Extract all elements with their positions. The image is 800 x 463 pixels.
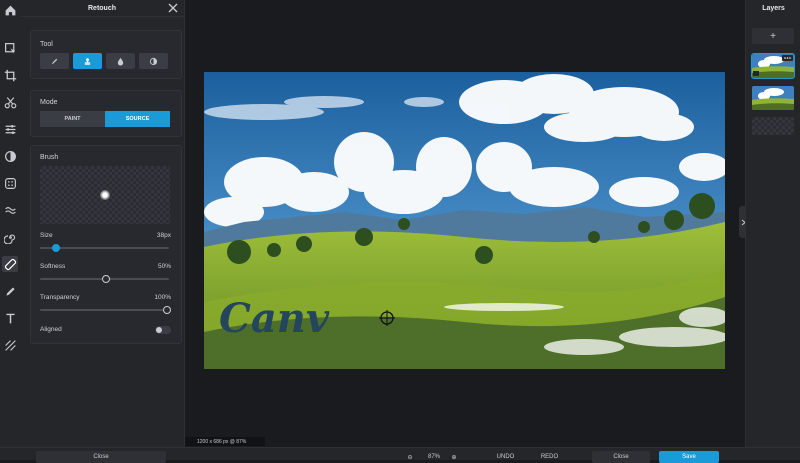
zoom-value: 87%: [427, 454, 440, 460]
brush-dot: [100, 190, 110, 200]
softness-slider-thumb[interactable]: [101, 275, 110, 283]
add-layer-button[interactable]: +: [752, 28, 794, 44]
mode-section: Mode PAINT SOURCE: [30, 90, 182, 137]
touch-up-icon[interactable]: [2, 202, 18, 218]
retouch-icon[interactable]: [2, 256, 18, 272]
plus-icon: +: [770, 30, 776, 42]
aligned-toggle[interactable]: [155, 326, 171, 334]
canvas-overlay-text: Canv: [219, 295, 330, 342]
close-button-right[interactable]: Close: [592, 451, 650, 463]
softness-slider[interactable]: [40, 275, 169, 283]
mode-source-button[interactable]: SOURCE: [105, 111, 170, 127]
transparency-slider-thumb[interactable]: [163, 306, 171, 314]
softness-label: Softness: [40, 263, 66, 270]
size-slider-thumb[interactable]: [52, 244, 61, 252]
bottom-bar: Close ⊖ 87% ⊕ UNDO REDO Close Save: [0, 447, 800, 463]
cutout-icon[interactable]: [2, 94, 18, 110]
mode-paint-button[interactable]: PAINT: [40, 111, 105, 127]
dodge-tool-button[interactable]: [139, 53, 168, 69]
close-button-left[interactable]: Close: [36, 451, 166, 463]
panel-header: Retouch: [20, 0, 184, 17]
tool-label: Tool: [40, 41, 53, 48]
effects-icon[interactable]: [2, 148, 18, 164]
transparency-slider[interactable]: [40, 306, 171, 314]
zoom-in-icon[interactable]: ⊕: [449, 451, 459, 463]
draw-icon[interactable]: [2, 283, 18, 299]
crop-icon[interactable]: [2, 67, 18, 83]
heal-tool-button[interactable]: [106, 53, 135, 69]
layers-title: Layers: [762, 4, 785, 12]
empty-layer-slot[interactable]: [752, 117, 794, 135]
mode-label: Mode: [40, 99, 58, 106]
status-text: 1200 x 686 px @ 87%: [197, 438, 247, 445]
close-icon[interactable]: [168, 3, 178, 13]
redo-button[interactable]: REDO: [532, 451, 567, 463]
undo-button[interactable]: UNDO: [488, 451, 523, 463]
softness-value: 50%: [157, 263, 171, 270]
close-right-label: Close: [613, 454, 629, 460]
close-left-label: Close: [93, 454, 109, 460]
brush-preview: [40, 166, 170, 224]
aligned-label: Aligned: [40, 326, 62, 333]
layer-thumbnail-2[interactable]: [752, 86, 794, 110]
brush-tool-button[interactable]: [40, 53, 69, 69]
save-label: Save: [682, 454, 696, 460]
brush-label: Brush: [40, 154, 59, 161]
arrange-icon[interactable]: [2, 40, 18, 56]
liquify-icon[interactable]: [2, 229, 18, 245]
undo-label: UNDO: [496, 454, 515, 460]
clone-stamp-icon: [84, 57, 91, 65]
layer-image: [752, 54, 794, 78]
drop-icon: [117, 57, 124, 66]
clone-stamp-tool-button[interactable]: [73, 53, 102, 69]
adjust-icon[interactable]: [2, 121, 18, 137]
layer-thumbnail-1[interactable]: [751, 53, 795, 79]
panel-title: Retouch: [88, 4, 116, 12]
status-bar: 1200 x 686 px @ 87%: [185, 437, 265, 446]
left-toolbar: [0, 0, 21, 459]
home-icon[interactable]: [2, 2, 18, 18]
retouch-panel: Retouch Tool Mode PAINT SOURCE Brush Siz…: [20, 0, 185, 459]
layer-image: [752, 86, 794, 110]
size-slider[interactable]: [40, 244, 169, 252]
layers-panel: Layers +: [745, 0, 800, 447]
zoom-out-icon[interactable]: ⊖: [405, 451, 415, 463]
aligned-toggle-knob: [156, 327, 162, 333]
transparency-value: 100%: [154, 294, 171, 301]
texture-icon[interactable]: [2, 337, 18, 353]
half-circle-icon: [149, 57, 158, 65]
landscape-image: Canv: [204, 72, 725, 369]
canvas-image[interactable]: Canv: [204, 72, 725, 369]
filter-icon[interactable]: [2, 175, 18, 191]
save-button[interactable]: Save: [659, 451, 719, 463]
tool-section: Tool: [30, 30, 182, 79]
transparency-label: Transparency: [40, 294, 80, 301]
size-value: 38px: [156, 232, 171, 239]
size-label: Size: [40, 232, 53, 239]
mode-toggle: PAINT SOURCE: [40, 111, 170, 127]
brush-icon: [51, 58, 58, 64]
text-icon[interactable]: [2, 310, 18, 326]
redo-label: REDO: [540, 454, 559, 460]
brush-section: Brush Size 38px Softness 50% Transparenc…: [30, 145, 182, 344]
